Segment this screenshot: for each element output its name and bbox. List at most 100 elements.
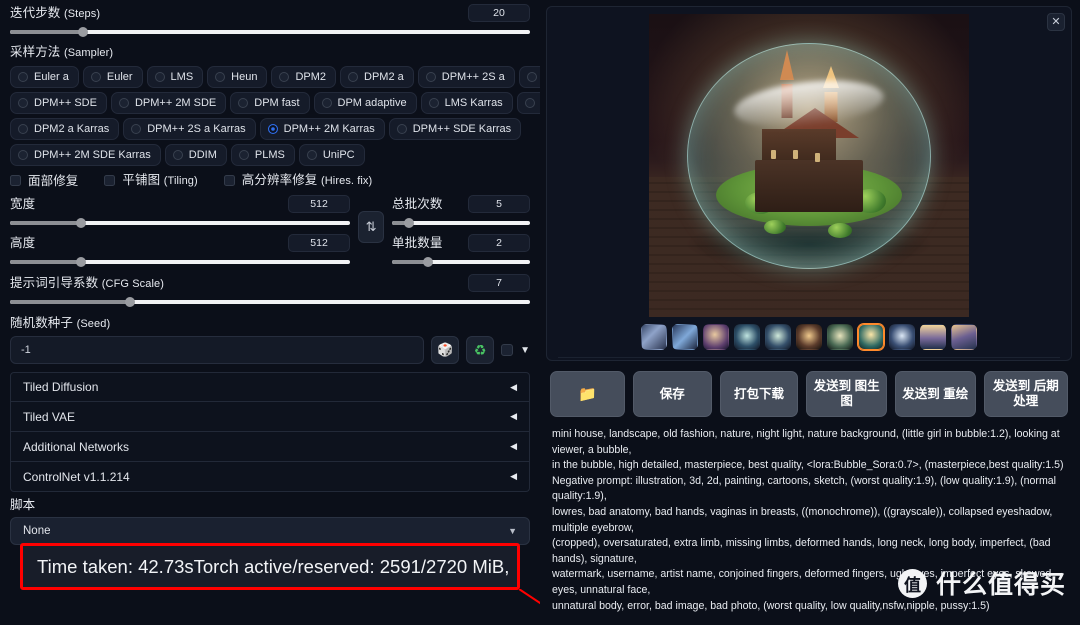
batch-count-slider[interactable] [392,218,530,228]
batch-size-slider-knob[interactable] [422,257,433,267]
thumbnail-9[interactable] [889,324,915,350]
checkbox-2[interactable]: 平铺图 (Tiling) [104,172,198,189]
accordion-tiled-vae[interactable]: Tiled VAE ◀ [10,402,530,432]
watermark-logo-icon: 值 [897,568,927,598]
sampler-option-euler[interactable]: Euler [82,66,143,88]
steps-slider-track [10,30,530,34]
checkbox-icon[interactable] [104,175,116,186]
sampler-option-dpm2[interactable]: DPM2 [271,66,337,88]
sampler-option-dpm-2m-sde[interactable]: DPM++ 2M SDE [110,92,227,114]
send-to-img2img-button[interactable]: 发送到 图生图 [806,371,887,417]
sampler-option-dpm-2m-karras[interactable]: DPM++ 2M Karras [259,118,385,140]
sampler-option-dpm2-a-karras[interactable]: DPM2 a Karras [10,118,120,140]
sampler-option-dpm-fast[interactable]: DPM fast [230,92,310,114]
watermark: 值 什么值得买 [897,565,1066,601]
height-slider[interactable] [10,257,351,267]
sampler-label-en: (Sampler) [63,47,114,59]
cfg-slider-knob[interactable] [124,297,135,307]
action-button-label: 打包下载 [733,386,784,401]
script-dropdown[interactable]: None ▼ [10,517,530,545]
sampler-option-plms[interactable]: PLMS [230,144,295,166]
batch-size-slider[interactable] [392,257,530,267]
thumbnail-3[interactable] [703,324,729,350]
width-value[interactable]: 512 [288,195,351,213]
recycle-icon[interactable]: ♻ [466,336,495,364]
checkbox-icon[interactable] [10,175,21,186]
thumbnail-1[interactable] [641,324,667,350]
sampler-option-dpm-adaptive[interactable]: DPM adaptive [313,92,417,114]
close-icon[interactable]: ✕ [1047,13,1065,31]
cfg-slider[interactable] [10,297,530,307]
chevron-down-icon[interactable]: ▼ [520,345,530,356]
action-buttons-row: 📁 保存 打包下载 发送到 图生图 发送到 重绘 发送到 后期处理 [546,361,1072,417]
save-button[interactable]: 保存 [632,371,712,417]
batch-size-value[interactable]: 2 [468,234,530,252]
thumbnail-8[interactable] [858,324,884,350]
width-slider-knob[interactable] [76,218,87,228]
sampler-option-euler-a[interactable]: Euler a [10,66,79,88]
sampler-option-dpm-2s-a-karras[interactable]: DPM++ 2S a Karras [123,118,256,140]
radio-icon [428,98,439,108]
width-slider-fill [10,221,82,225]
sampler-option-unipc[interactable]: UniPC [298,144,365,166]
height-slider-fill [10,260,82,264]
window-2 [793,149,798,159]
open-folder-button[interactable]: 📁 [550,371,625,417]
cfg-label-cn: 提示词引导系数 [10,275,99,290]
sampler-option-label: Heun [231,71,258,83]
checkbox-1[interactable]: 面部修复 [10,173,78,189]
steps-value[interactable]: 20 [468,4,530,22]
dice-icon[interactable]: 🎲 [431,336,460,364]
script-label: 脚本 [10,498,36,512]
steps-slider[interactable] [10,27,530,37]
cfg-value[interactable]: 7 [468,274,530,292]
sampler-option-dpm-sde-karras[interactable]: DPM++ SDE Karras [388,118,522,140]
accordion-tiled-diffusion[interactable]: Tiled Diffusion ◀ [10,372,530,402]
thumbnail-5[interactable] [765,324,791,350]
height-value[interactable]: 512 [288,234,351,252]
seed-input[interactable]: -1 [10,336,425,364]
zip-download-button[interactable]: 打包下载 [719,371,799,417]
batch-count-value[interactable]: 5 [468,195,530,213]
sampler-option-dpm-sde[interactable]: DPM++ SDE [10,92,107,114]
radio-icon [215,72,226,82]
action-button-label: 发送到 图生图 [813,379,880,408]
swap-dimensions-icon[interactable]: ⇅ [358,211,385,243]
thumbnail-10[interactable] [920,324,946,350]
height-slider-knob[interactable] [76,257,87,267]
thumbnail-2[interactable] [672,324,698,350]
steps-slider-knob[interactable] [77,27,88,37]
width-slider[interactable] [10,218,351,228]
generated-image-viewer[interactable] [552,12,1066,318]
chevron-down-icon: ▼ [508,526,517,536]
size-batch-group: 宽度 512 高度 512 ⇅ 总批次数 5 单批数量 2 [10,195,530,267]
folder-icon: 📁 [578,385,597,403]
checkbox-icon[interactable] [223,175,235,186]
thumbnail-11[interactable] [951,324,977,350]
sampler-option-dpm-2s-a[interactable]: DPM++ 2S a [417,66,515,88]
time-taken-callout: Time taken: 42.73sTorch active/reserved:… [20,543,520,590]
castle-spire [779,50,794,80]
thumbnail-7[interactable] [827,324,853,350]
send-to-inpaint-button[interactable]: 发送到 重绘 [894,371,976,417]
thumbnail-4[interactable] [734,324,760,350]
radio-icon [524,98,535,108]
sampler-option-label: PLMS [254,149,285,161]
extra-seed-checkbox[interactable] [501,344,514,356]
sampler-option-label: DPM++ 2S a [441,71,505,83]
sampler-option-heun[interactable]: Heun [207,66,268,88]
sampler-option-dpm-2m-sde-karras[interactable]: DPM++ 2M SDE Karras [10,144,161,166]
accordion-additional-networks[interactable]: Additional Networks ◀ [10,432,530,462]
batch-count-slider-knob[interactable] [403,218,414,228]
sampler-option-lms[interactable]: LMS [146,66,204,88]
sampler-option-dpm2-a[interactable]: DPM2 a [340,66,414,88]
sampler-option-lms-karras[interactable]: LMS Karras [420,92,513,114]
accordion-title: ControlNet v1.1.214 [23,469,130,484]
send-to-extras-button[interactable]: 发送到 后期处理 [983,371,1069,417]
sampler-option-label: LMS Karras [444,97,503,109]
checkbox-3[interactable]: 高分辨率修复 (Hires. fix) [223,172,373,189]
accordion-controlnet-v1-1-214[interactable]: ControlNet v1.1.214 ◀ [10,462,530,492]
thumbnail-6[interactable] [796,324,822,350]
sampler-option-ddim[interactable]: DDIM [164,144,227,166]
sampler-label: 采样方法 (Sampler) [10,44,530,61]
